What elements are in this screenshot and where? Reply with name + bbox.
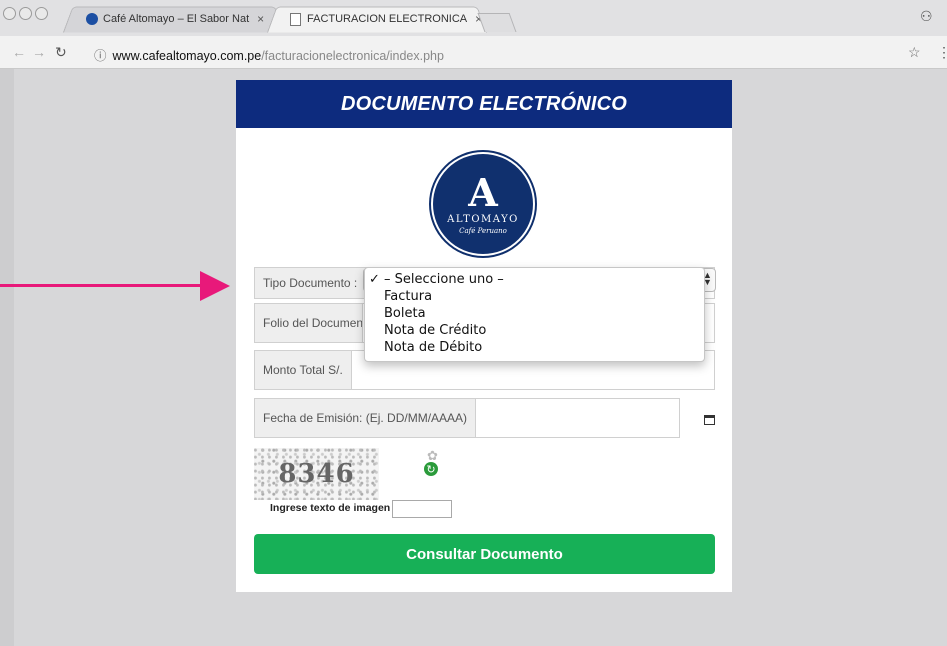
logo-tagline: Café Peruano <box>459 226 507 235</box>
dropdown-option[interactable]: Factura <box>365 288 704 305</box>
dropdown-option[interactable]: ✓ – Seleccione uno – <box>365 271 704 288</box>
tab-facturacion[interactable]: FACTURACION ELECTRONICA × <box>267 6 487 33</box>
fecha-label: Fecha de Emisión: (Ej. DD/MM/AAAA) <box>255 399 477 437</box>
refresh-icon[interactable]: ↻ <box>424 462 438 476</box>
dropdown-option[interactable]: Nota de Débito <box>365 339 704 356</box>
zoom-window-button[interactable] <box>35 7 48 20</box>
url-host: www.cafealtomayo.com.pe <box>112 49 262 63</box>
close-window-button[interactable] <box>3 7 16 20</box>
annotation-arrow-line <box>0 284 204 287</box>
dropdown-option[interactable]: Boleta <box>365 305 704 322</box>
url-field[interactable]: ⓘ www.cafealtomayo.com.pe/facturacionelec… <box>94 45 444 64</box>
fecha-input[interactable] <box>476 399 679 437</box>
captcha-input[interactable] <box>392 500 452 518</box>
option-label: Factura <box>384 289 433 304</box>
info-icon[interactable]: ⓘ <box>94 49 107 63</box>
star-icon[interactable]: ☆ <box>908 44 921 61</box>
new-tab-button[interactable] <box>477 13 517 32</box>
consultar-documento-button[interactable]: Consultar Documento <box>254 534 715 574</box>
captcha-image: 8346 <box>254 448 379 500</box>
folio-label: Folio del Documento <box>255 304 363 342</box>
captcha-label: Ingrese texto de imagen <box>270 502 391 514</box>
tab-close-icon[interactable]: × <box>257 12 264 26</box>
monto-label: Monto Total S/. <box>255 351 352 389</box>
forward-icon[interactable]: → <box>32 44 46 60</box>
url-path: /facturacionelectronica/index.php <box>261 49 444 63</box>
tab-title: FACTURACION ELECTRONICA <box>307 13 468 25</box>
option-label: – Seleccione uno – <box>384 272 504 287</box>
page-edge <box>0 69 14 646</box>
tab-cafe-altomayo[interactable]: Café Altomayo – El Sabor Nat × <box>62 6 286 33</box>
window-controls <box>3 7 48 20</box>
document-favicon-icon <box>290 12 301 26</box>
dropdown-option[interactable]: Nota de Crédito <box>365 322 704 339</box>
fecha-row: Fecha de Emisión: (Ej. DD/MM/AAAA) <box>254 398 680 438</box>
tab-bar: Café Altomayo – El Sabor Nat × FACTURACI… <box>0 0 947 36</box>
logo-name: ALTOMAYO <box>447 213 519 225</box>
tab-title: Café Altomayo – El Sabor Nat <box>103 13 250 25</box>
site-favicon-icon <box>86 13 98 25</box>
page-title: DOCUMENTO ELECTRÓNICO <box>236 80 732 128</box>
menu-icon[interactable]: ⋮ <box>937 44 947 61</box>
minimize-window-button[interactable] <box>19 7 32 20</box>
address-bar: ← → ↻ ⓘ www.cafealtomayo.com.pe/facturaci… <box>0 36 947 69</box>
annotation-arrow-icon <box>200 271 230 301</box>
profile-icon[interactable]: ⚇ <box>920 8 933 25</box>
logo-letter: A <box>468 169 498 215</box>
altomayo-logo: A ALTOMAYO Café Peruano <box>433 154 533 254</box>
checkmark-icon: ✓ <box>369 272 380 287</box>
option-label: Nota de Débito <box>384 340 483 355</box>
option-label: Nota de Crédito <box>384 323 487 338</box>
tipo-documento-dropdown: ✓ – Seleccione uno – Factura Boleta Nota … <box>364 267 705 362</box>
tipo-documento-label: Tipo Documento : <box>255 268 367 298</box>
back-icon[interactable]: ← <box>12 44 26 60</box>
option-label: Boleta <box>384 306 426 321</box>
reload-icon[interactable]: ↻ <box>55 44 67 61</box>
calendar-icon[interactable] <box>704 415 715 425</box>
